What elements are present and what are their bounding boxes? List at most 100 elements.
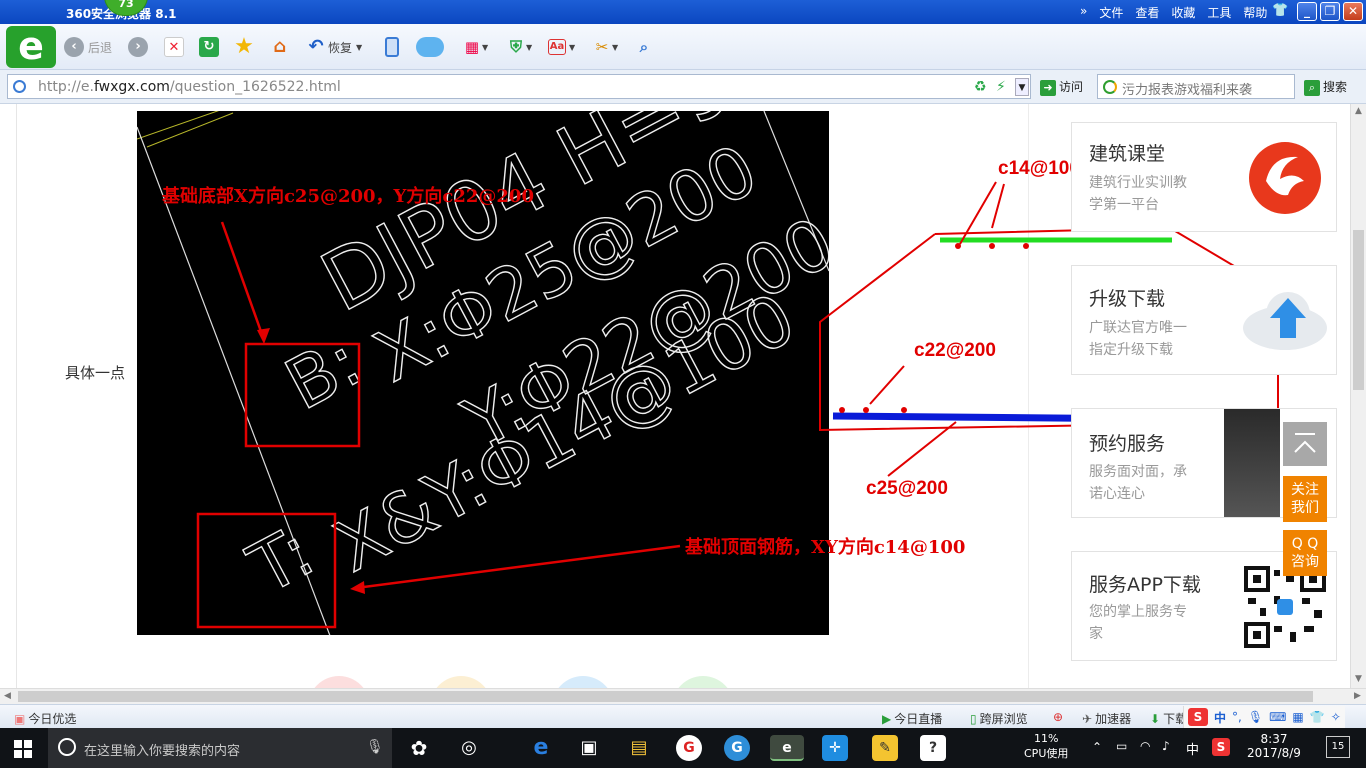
- skin-tshirt-icon[interactable]: 👕: [1272, 4, 1288, 18]
- back-button[interactable]: ‹ 后退: [64, 36, 112, 58]
- task-view-icon[interactable]: ✿: [406, 735, 432, 761]
- search-engine-icon[interactable]: [1103, 80, 1117, 94]
- address-dropdown-icon[interactable]: ▼: [1015, 78, 1029, 96]
- rocket-icon: ✈: [1082, 711, 1093, 726]
- box-top-rebar: [196, 512, 337, 629]
- remote-task-icon[interactable]: ✛: [822, 735, 848, 761]
- sidebar-card-upgrade[interactable]: 升级下载 广联达官方唯一 指定升级下载: [1071, 265, 1337, 375]
- zoom-button[interactable]: ⌕: [634, 36, 654, 58]
- punct-icon[interactable]: °,: [1232, 710, 1242, 724]
- glodon-task-icon[interactable]: G: [676, 735, 702, 761]
- vertical-scroll-thumb[interactable]: [1353, 230, 1364, 390]
- taskbar-search[interactable]: 在这里输入你要搜索的内容 🎙: [48, 728, 392, 768]
- security-dropdown-icon[interactable]: ▼: [526, 43, 532, 52]
- translate-dropdown-icon[interactable]: ▼: [569, 43, 575, 52]
- scroll-left-icon[interactable]: ◀: [4, 691, 11, 701]
- maximize-button[interactable]: ❐: [1320, 2, 1340, 21]
- today-pick-button[interactable]: ▣ 今日优选: [14, 710, 76, 727]
- tray-expand-icon[interactable]: ⌃: [1092, 740, 1102, 768]
- scissors-icon: ✂: [595, 38, 609, 56]
- windows-start-icon[interactable]: [14, 740, 32, 758]
- screenshot-button[interactable]: ✂ ▼: [592, 36, 618, 58]
- stop-button[interactable]: ✕: [164, 36, 184, 58]
- mic-icon[interactable]: 🎙: [1248, 710, 1263, 724]
- microphone-icon[interactable]: 🎙: [366, 739, 384, 755]
- search-button[interactable]: ⌕ 搜索: [1304, 78, 1347, 96]
- menu-file[interactable]: 文件: [1099, 4, 1123, 21]
- store-icon[interactable]: ▣: [576, 735, 602, 761]
- keyboard-icon[interactable]: ⌨: [1269, 710, 1286, 724]
- mobile-button[interactable]: [385, 36, 399, 58]
- notification-center-icon[interactable]: 15: [1326, 736, 1350, 758]
- scroll-down-icon[interactable]: ▼: [1355, 674, 1362, 684]
- apps-button[interactable]: ▦ ▼: [462, 36, 488, 58]
- translate-button[interactable]: Aa ▼: [548, 36, 575, 58]
- clock[interactable]: 8:37 2017/8/9: [1246, 732, 1302, 768]
- close-button[interactable]: ✕: [1343, 2, 1363, 21]
- home-button[interactable]: ⌂: [270, 36, 290, 58]
- tray-sogou-icon[interactable]: S: [1212, 738, 1230, 756]
- status-bar: ▣ 今日优选 ▶ 今日直播 ▯ 跨屏浏览 ⊕ ✈ 加速器 ⬇ 下载 S 中 °, 🎙 ⌨ …: [0, 704, 1366, 728]
- follow-us-button[interactable]: 关注 我们: [1283, 476, 1327, 522]
- glodon-blue-task-icon[interactable]: G: [724, 735, 750, 761]
- restore-dropdown-icon[interactable]: ▼: [356, 43, 362, 52]
- scroll-up-icon[interactable]: ▲: [1355, 106, 1362, 116]
- download-button[interactable]: ⬇ 下载: [1150, 710, 1187, 727]
- menu-tools[interactable]: 工具: [1207, 4, 1231, 21]
- card-title: 建筑课堂: [1089, 143, 1166, 165]
- search-input[interactable]: 污力报表游戏福利来袭: [1122, 79, 1252, 98]
- security-button[interactable]: ⛨ ▼: [506, 36, 532, 58]
- notepad-task-icon[interactable]: ✎: [872, 735, 898, 761]
- plugin-button[interactable]: ⊕: [1053, 710, 1063, 724]
- horizontal-scrollbar[interactable]: ◀ ▶: [0, 688, 1366, 704]
- tray-ime[interactable]: 中: [1186, 739, 1199, 768]
- skin-icon[interactable]: 👕: [1310, 710, 1325, 724]
- forward-button[interactable]: ›: [128, 36, 148, 58]
- sogou-icon[interactable]: S: [1188, 708, 1208, 726]
- horizontal-scroll-thumb[interactable]: [18, 691, 1313, 702]
- screenshot-dropdown-icon[interactable]: ▼: [612, 43, 618, 52]
- ime-toolbar[interactable]: S 中 °, 🎙 ⌨ ▦ 👕 ✧: [1183, 706, 1345, 728]
- menu-favorites[interactable]: 收藏: [1171, 4, 1195, 21]
- ime-lang-toggle[interactable]: 中: [1214, 709, 1226, 726]
- taskbar-search-input[interactable]: 在这里输入你要搜索的内容: [84, 740, 240, 759]
- volume-icon[interactable]: ♪: [1162, 739, 1170, 768]
- favorite-button[interactable]: ★: [234, 36, 254, 58]
- restore-button[interactable]: ↶ 恢复 ▼: [306, 36, 362, 58]
- split-screen-button[interactable]: ▯ 跨屏浏览: [970, 710, 1028, 727]
- cpu-meter[interactable]: 11% CPU使用: [1024, 732, 1068, 768]
- help-task-icon[interactable]: ?: [920, 735, 946, 761]
- browser-task-icon[interactable]: e: [770, 735, 804, 761]
- recycle-icon[interactable]: ♻: [974, 78, 987, 96]
- battery-icon[interactable]: ▭: [1116, 739, 1127, 768]
- tools-icon[interactable]: ✧: [1331, 710, 1341, 724]
- sidebar-card-classroom[interactable]: 建筑课堂 建筑行业实训教 学第一平台: [1071, 122, 1337, 232]
- refresh-button[interactable]: ↻: [199, 36, 219, 58]
- notification-count: 15: [1331, 741, 1345, 752]
- vertical-scrollbar[interactable]: ▲ ▼: [1350, 104, 1366, 688]
- search-box[interactable]: 污力报表游戏福利来袭: [1097, 74, 1295, 99]
- arrowhead-bottom-rebar: [257, 328, 270, 344]
- accelerator-button[interactable]: ✈ 加速器: [1082, 710, 1131, 727]
- address-bar[interactable]: http://e.fwxgx.com/question_1626522.html…: [7, 74, 1031, 99]
- menu-help[interactable]: 帮助: [1243, 4, 1267, 21]
- explorer-icon[interactable]: ▤: [626, 735, 652, 761]
- back-to-top-button[interactable]: [1283, 422, 1327, 466]
- url-text[interactable]: http://e.fwxgx.com/question_1626522.html: [38, 79, 341, 95]
- live-button[interactable]: ▶ 今日直播: [882, 710, 942, 727]
- menu-expand-icon[interactable]: »: [1080, 4, 1087, 21]
- qq-consult-button[interactable]: Q Q 咨询: [1283, 530, 1327, 576]
- scroll-right-icon[interactable]: ▶: [1354, 691, 1361, 701]
- grid-icon[interactable]: ▦: [1292, 710, 1303, 724]
- cloud-button[interactable]: [416, 36, 444, 58]
- menu-view[interactable]: 查看: [1135, 4, 1159, 21]
- cortana-task-icon[interactable]: ◎: [456, 735, 482, 761]
- browser-logo-icon[interactable]: e: [6, 26, 56, 68]
- edge-icon[interactable]: e: [528, 735, 554, 761]
- card-subtitle: 建筑行业实训教: [1089, 175, 1187, 191]
- visit-button[interactable]: ➜ 访问: [1040, 78, 1083, 96]
- wifi-icon[interactable]: ◠: [1140, 739, 1150, 768]
- apps-dropdown-icon[interactable]: ▼: [482, 43, 488, 52]
- minimize-button[interactable]: _: [1297, 2, 1317, 21]
- lightning-icon[interactable]: ⚡: [996, 78, 1006, 96]
